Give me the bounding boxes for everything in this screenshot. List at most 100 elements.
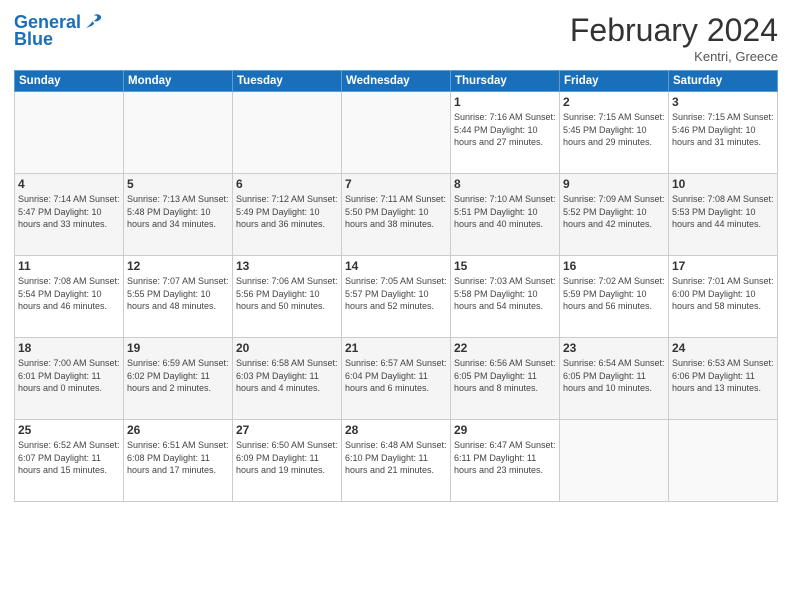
table-row: 11 Sunrise: 7:08 AM Sunset: 5:54 PM Dayli… (15, 256, 124, 338)
day-info: Sunrise: 6:53 AM Sunset: 6:06 PM Dayligh… (672, 357, 774, 395)
day-number: 4 (18, 177, 120, 191)
day-number: 3 (672, 95, 774, 109)
logo-blue: Blue (14, 29, 53, 50)
day-info: Sunrise: 6:56 AM Sunset: 6:05 PM Dayligh… (454, 357, 556, 395)
header-tuesday: Tuesday (233, 71, 342, 92)
day-info: Sunrise: 7:14 AM Sunset: 5:47 PM Dayligh… (18, 193, 120, 231)
table-row: 24 Sunrise: 6:53 AM Sunset: 6:06 PM Dayli… (669, 338, 778, 420)
table-row: 3 Sunrise: 7:15 AM Sunset: 5:46 PM Daylig… (669, 92, 778, 174)
header-friday: Friday (560, 71, 669, 92)
day-info: Sunrise: 7:11 AM Sunset: 5:50 PM Dayligh… (345, 193, 447, 231)
day-info: Sunrise: 7:15 AM Sunset: 5:46 PM Dayligh… (672, 111, 774, 149)
day-info: Sunrise: 6:47 AM Sunset: 6:11 PM Dayligh… (454, 439, 556, 477)
table-row: 6 Sunrise: 7:12 AM Sunset: 5:49 PM Daylig… (233, 174, 342, 256)
day-info: Sunrise: 7:07 AM Sunset: 5:55 PM Dayligh… (127, 275, 229, 313)
table-row: 18 Sunrise: 7:00 AM Sunset: 6:01 PM Dayli… (15, 338, 124, 420)
day-info: Sunrise: 7:02 AM Sunset: 5:59 PM Dayligh… (563, 275, 665, 313)
day-number: 15 (454, 259, 556, 273)
day-number: 25 (18, 423, 120, 437)
table-row: 1 Sunrise: 7:16 AM Sunset: 5:44 PM Daylig… (451, 92, 560, 174)
day-number: 5 (127, 177, 229, 191)
page-container: General Blue February 2024 Kentri, Greec… (0, 0, 792, 612)
table-row: 5 Sunrise: 7:13 AM Sunset: 5:48 PM Daylig… (124, 174, 233, 256)
table-row: 19 Sunrise: 6:59 AM Sunset: 6:02 PM Dayli… (124, 338, 233, 420)
day-number: 18 (18, 341, 120, 355)
day-info: Sunrise: 6:52 AM Sunset: 6:07 PM Dayligh… (18, 439, 120, 477)
calendar-table: Sunday Monday Tuesday Wednesday Thursday… (14, 70, 778, 502)
day-info: Sunrise: 6:48 AM Sunset: 6:10 PM Dayligh… (345, 439, 447, 477)
day-number: 16 (563, 259, 665, 273)
table-row: 26 Sunrise: 6:51 AM Sunset: 6:08 PM Dayli… (124, 420, 233, 502)
day-info: Sunrise: 6:57 AM Sunset: 6:04 PM Dayligh… (345, 357, 447, 395)
table-row: 4 Sunrise: 7:14 AM Sunset: 5:47 PM Daylig… (15, 174, 124, 256)
day-info: Sunrise: 7:03 AM Sunset: 5:58 PM Dayligh… (454, 275, 556, 313)
day-number: 10 (672, 177, 774, 191)
table-row: 2 Sunrise: 7:15 AM Sunset: 5:45 PM Daylig… (560, 92, 669, 174)
table-row: 23 Sunrise: 6:54 AM Sunset: 6:05 PM Dayli… (560, 338, 669, 420)
table-row (342, 92, 451, 174)
table-row: 20 Sunrise: 6:58 AM Sunset: 6:03 PM Dayli… (233, 338, 342, 420)
location: Kentri, Greece (570, 49, 778, 64)
day-number: 20 (236, 341, 338, 355)
day-number: 8 (454, 177, 556, 191)
day-number: 9 (563, 177, 665, 191)
day-number: 29 (454, 423, 556, 437)
table-row: 8 Sunrise: 7:10 AM Sunset: 5:51 PM Daylig… (451, 174, 560, 256)
day-number: 28 (345, 423, 447, 437)
logo: General Blue (14, 12, 103, 50)
day-number: 27 (236, 423, 338, 437)
table-row: 10 Sunrise: 7:08 AM Sunset: 5:53 PM Dayli… (669, 174, 778, 256)
day-number: 1 (454, 95, 556, 109)
day-number: 14 (345, 259, 447, 273)
day-number: 22 (454, 341, 556, 355)
header-thursday: Thursday (451, 71, 560, 92)
day-info: Sunrise: 7:10 AM Sunset: 5:51 PM Dayligh… (454, 193, 556, 231)
table-row (124, 92, 233, 174)
day-info: Sunrise: 7:12 AM Sunset: 5:49 PM Dayligh… (236, 193, 338, 231)
day-info: Sunrise: 6:54 AM Sunset: 6:05 PM Dayligh… (563, 357, 665, 395)
day-info: Sunrise: 7:01 AM Sunset: 6:00 PM Dayligh… (672, 275, 774, 313)
table-row: 16 Sunrise: 7:02 AM Sunset: 5:59 PM Dayli… (560, 256, 669, 338)
table-row (233, 92, 342, 174)
table-row (560, 420, 669, 502)
header-wednesday: Wednesday (342, 71, 451, 92)
day-number: 23 (563, 341, 665, 355)
logo-bird-icon (83, 13, 103, 31)
header-monday: Monday (124, 71, 233, 92)
table-row: 22 Sunrise: 6:56 AM Sunset: 6:05 PM Dayli… (451, 338, 560, 420)
table-row: 21 Sunrise: 6:57 AM Sunset: 6:04 PM Dayli… (342, 338, 451, 420)
day-info: Sunrise: 7:00 AM Sunset: 6:01 PM Dayligh… (18, 357, 120, 395)
table-row: 15 Sunrise: 7:03 AM Sunset: 5:58 PM Dayli… (451, 256, 560, 338)
day-info: Sunrise: 7:09 AM Sunset: 5:52 PM Dayligh… (563, 193, 665, 231)
day-number: 2 (563, 95, 665, 109)
table-row (15, 92, 124, 174)
day-number: 21 (345, 341, 447, 355)
header-saturday: Saturday (669, 71, 778, 92)
day-info: Sunrise: 6:51 AM Sunset: 6:08 PM Dayligh… (127, 439, 229, 477)
day-number: 24 (672, 341, 774, 355)
title-block: February 2024 Kentri, Greece (570, 12, 778, 64)
day-info: Sunrise: 7:08 AM Sunset: 5:53 PM Dayligh… (672, 193, 774, 231)
table-row: 14Sunrise: 7:05 AM Sunset: 5:57 PM Dayli… (342, 256, 451, 338)
day-info: Sunrise: 7:13 AM Sunset: 5:48 PM Dayligh… (127, 193, 229, 231)
table-row: 25 Sunrise: 6:52 AM Sunset: 6:07 PM Dayli… (15, 420, 124, 502)
day-info: Sunrise: 6:59 AM Sunset: 6:02 PM Dayligh… (127, 357, 229, 395)
day-number: 6 (236, 177, 338, 191)
day-number: 11 (18, 259, 120, 273)
header: General Blue February 2024 Kentri, Greec… (14, 12, 778, 64)
day-number: 12 (127, 259, 229, 273)
day-info: Sunrise: 7:08 AM Sunset: 5:54 PM Dayligh… (18, 275, 120, 313)
day-info: Sunrise: 7:15 AM Sunset: 5:45 PM Dayligh… (563, 111, 665, 149)
month-title: February 2024 (570, 12, 778, 49)
day-info: Sunrise: 6:58 AM Sunset: 6:03 PM Dayligh… (236, 357, 338, 395)
table-row: 17 Sunrise: 7:01 AM Sunset: 6:00 PM Dayli… (669, 256, 778, 338)
table-row: 29 Sunrise: 6:47 AM Sunset: 6:11 PM Dayli… (451, 420, 560, 502)
day-number: 19 (127, 341, 229, 355)
calendar-header-row: Sunday Monday Tuesday Wednesday Thursday… (15, 71, 778, 92)
day-number: 17 (672, 259, 774, 273)
day-number: 7 (345, 177, 447, 191)
day-number: 26 (127, 423, 229, 437)
day-number: 13 (236, 259, 338, 273)
table-row: 13Sunrise: 7:06 AM Sunset: 5:56 PM Dayli… (233, 256, 342, 338)
day-info: Sunrise: 7:16 AM Sunset: 5:44 PM Dayligh… (454, 111, 556, 149)
